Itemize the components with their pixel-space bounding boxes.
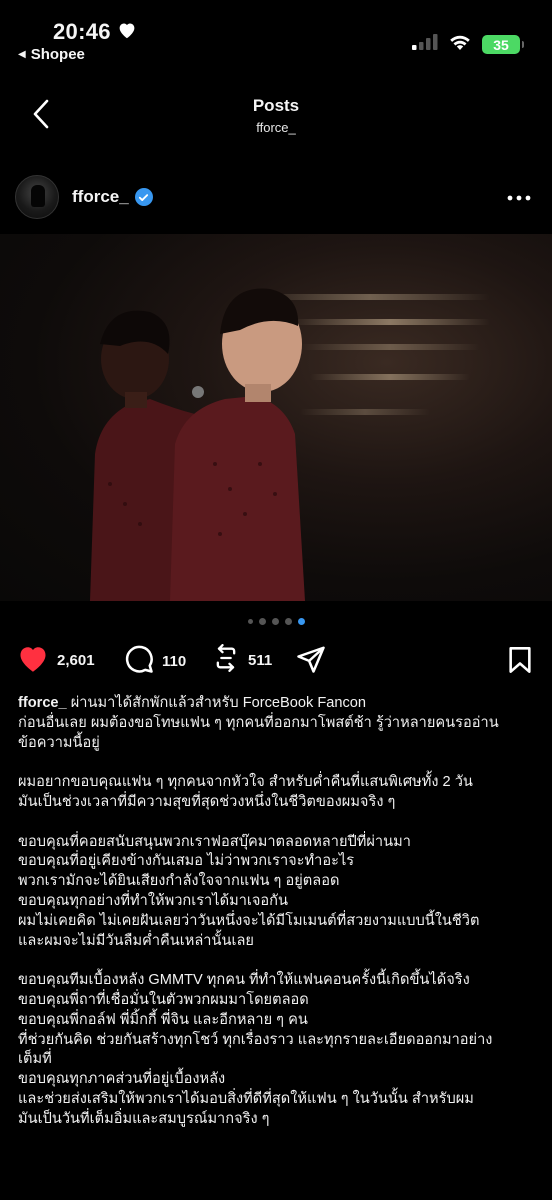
verified-badge-icon [134,188,153,206]
caption-line: มันเป็นวันที่เต็มอิ่มและสมบูรณ์มากจริง ๆ [18,1110,270,1127]
repost-count: 511 [248,651,273,669]
caption-line: มันเป็นช่วงเวลาที่มีความสุขที่สุดช่วงหนึ… [18,793,396,810]
back-app-label: Shopee [30,46,85,63]
status-indicators: 35 [412,33,524,56]
caption-line: ขอบคุณทีมเบื้องหลัง GMMTV ทุกคน ที่ทำให้… [18,972,470,989]
repost-icon [212,644,240,676]
battery-level: 35 [493,36,509,53]
caption-line: ขอบคุณทุกอย่างที่ทำให้พวกเราได้มาเจอกัน [18,892,288,909]
caption-line: เต็มที่ [18,1051,52,1068]
caption-line: ที่ช่วยกันคิด ช่วยกันสร้างทุกโชว์ ทุกเรื… [18,1031,493,1048]
wifi-icon [448,33,472,56]
status-time: 20:46 [53,19,137,45]
post-username: fforce_ [72,187,129,206]
carousel-dot [258,618,266,625]
heart-filled-icon [17,644,49,677]
caption-line: พวกเรามักจะได้ยินเสียงกำลังใจจากแฟน ๆ อย… [18,873,340,890]
repost-button[interactable]: 511 [212,644,272,676]
share-button[interactable] [296,644,326,678]
caption-body: ก่อนอื่นเลย ผมต้องขอโทษแฟน ๆ ทุกคนที่ออก… [18,714,538,1130]
caption-text: ผ่านมาได้สักพักแล้วสำหรับ ForceBook Fanc… [70,695,367,711]
caption-line: ผมอยากขอบคุณแฟน ๆ ทุกคนจากหัวใจ สำหรับค่… [18,774,473,791]
like-button[interactable]: 2,601 [17,644,95,677]
carousel-dot [284,618,292,625]
more-options-button[interactable] [504,184,534,210]
caption-line: และช่วยส่งเสริมให้พวกเราได้มอบสิ่งที่ดีท… [18,1090,474,1107]
post-actions: 2,601 110 511 [0,640,552,680]
page-title: Posts [252,96,300,115]
caption-line: ขอบคุณที่คอยสนับสนุนพวกเราฟอสบุ๊คมาตลอดห… [18,833,411,850]
carousel-dot [271,618,279,625]
save-button[interactable] [508,646,532,679]
page-header: Posts fforce_ [0,85,552,145]
heart-icon [117,19,137,45]
post-header: fforce_ [0,171,552,223]
bookmark-icon [508,647,532,678]
battery-charging-icon: 35 [482,35,524,54]
more-horizontal-icon [507,188,531,206]
comment-icon [124,644,154,678]
caption-line: ผมไม่เคยคิด ไม่เคยฝันเลยว่าวันหนึ่งจะได้… [18,912,480,929]
avatar[interactable] [15,175,59,219]
carousel-indicator [0,618,552,625]
post-caption: fforce_ ผ่านมาได้สักพักแล้วสำหรับ ForceB… [18,694,538,1130]
page-subtitle: fforce_ [256,120,296,135]
cellular-signal-icon [412,34,438,55]
comment-count: 110 [162,652,187,670]
like-count: 2,601 [57,652,95,669]
caption-line: ก่อนอื่นเลย ผมต้องขอโทษแฟน ๆ ทุกคนที่ออก… [18,714,499,731]
caption-first-line: fforce_ ผ่านมาได้สักพักแล้วสำหรับ ForceB… [18,694,538,714]
post-image[interactable] [0,234,552,601]
post-username-link[interactable]: fforce_ [72,187,153,207]
caption-line: ขอบคุณพี่ถาที่เชื่อมั่นในตัวพวกผมมาโดยตล… [18,991,309,1008]
carousel-dot [247,619,253,624]
caption-line: และผมจะไม่มีวันลืมค่ำคืนเหล่านั้นเลย [18,932,254,949]
caption-line: ขอบคุณที่อยู่เคียงข้างกันเสมอ ไม่ว่าพวกเ… [18,853,355,870]
performers-illustration [90,288,305,601]
caption-line: ข้อความนี้อยู่ [18,734,100,751]
comment-button[interactable]: 110 [124,644,186,678]
caption-line: ขอบคุณทุกภาคส่วนที่อยู่เบื้องหลัง [18,1071,226,1088]
carousel-dot-active [297,618,305,625]
time-text: 20:46 [53,19,111,44]
caption-line: ขอบคุณพี่กอล์ฟ พี่มิ้กกี้ พี่จิน และอีกห… [18,1011,308,1028]
back-to-app-link[interactable]: ◀ Shopee [18,46,85,63]
status-bar: 20:46 ◀ Shopee 35 [0,0,552,72]
caption-username[interactable]: fforce_ [18,695,67,711]
send-icon [296,644,326,678]
back-triangle-icon: ◀ [18,49,26,60]
